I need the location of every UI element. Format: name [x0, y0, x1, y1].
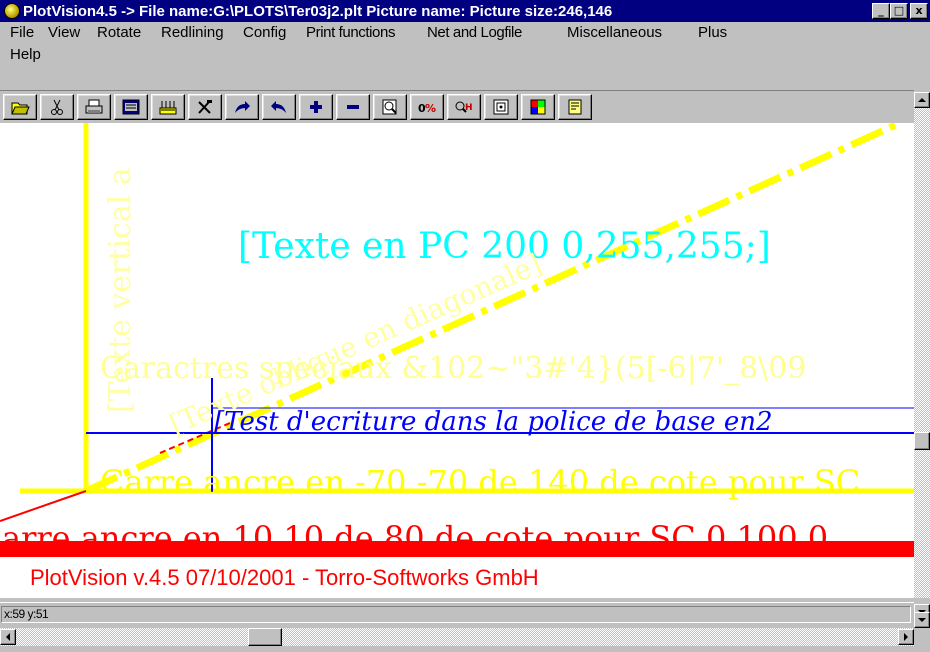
title-bar: PlotVision4.5 -> File name:G:\PLOTS\Ter0…	[0, 0, 930, 22]
arrow-left-icon	[6, 633, 10, 641]
magnifier-key-icon: H	[455, 101, 473, 113]
menu-net-and-logfile[interactable]: Net and Logfile	[427, 24, 522, 41]
menu-view[interactable]: View	[48, 24, 80, 41]
redo-button[interactable]	[225, 94, 259, 120]
print-preview-icon	[122, 99, 140, 115]
menu-help[interactable]: Help	[10, 46, 41, 63]
zoom-in-plus-icon	[310, 101, 322, 113]
drawing-canvas[interactable]: [Texte en PC 200 0,255,255;] [Texte vert…	[0, 123, 914, 598]
scissors-icon	[51, 99, 63, 115]
menu-miscellaneous[interactable]: Miscellaneous	[567, 24, 662, 41]
arrow-up-icon	[918, 98, 926, 102]
cut-button[interactable]	[40, 94, 74, 120]
menu-redlining[interactable]: Redlining	[161, 24, 224, 41]
scroll-down-button-lower[interactable]	[914, 612, 930, 628]
yellow-square-text: Carre ancre en -70 -70 de 140 de cote po…	[100, 463, 860, 501]
horizontal-scroll-thumb[interactable]	[248, 628, 282, 646]
close-button[interactable]: x	[910, 3, 928, 19]
fit-window-icon	[493, 99, 509, 115]
info-button[interactable]	[558, 94, 592, 120]
toolbar: 0% H	[0, 92, 914, 122]
blue-text: [Test d'ecriture dans la police de base …	[214, 407, 773, 437]
svg-text:H: H	[465, 103, 473, 113]
coordinates-readout: x:59 y:51	[1, 606, 911, 623]
layers-button[interactable]	[521, 94, 555, 120]
bottom-border	[0, 646, 930, 652]
info-sheet-icon	[568, 99, 582, 115]
redo-arrow-icon	[235, 101, 250, 113]
menu-bar: File View Rotate Redlining Config Print …	[0, 22, 930, 66]
open-folder-icon	[11, 102, 30, 115]
print-button[interactable]	[77, 94, 111, 120]
menu-print-functions[interactable]: Print functions	[306, 24, 395, 41]
menu-config[interactable]: Config	[243, 24, 286, 41]
vertical-scroll-thumb[interactable]	[914, 432, 930, 450]
zoom-percent-icon: 0%	[418, 102, 436, 115]
menu-plus[interactable]: Plus	[698, 24, 727, 41]
plotter-icon	[159, 101, 177, 115]
magnify-button[interactable]	[373, 94, 407, 120]
search-key-button[interactable]: H	[447, 94, 481, 120]
status-bar: x:59 y:51	[0, 602, 914, 624]
plot-drawing: [Texte en PC 200 0,255,255;] [Texte vert…	[0, 123, 914, 590]
horizontal-scrollbar[interactable]	[0, 628, 914, 646]
window-title: PlotVision4.5 -> File name:G:\PLOTS\Ter0…	[23, 2, 613, 20]
red-square-text: arre ancre en 10 10 de 80 de cote pour S…	[2, 519, 828, 557]
scroll-right-button[interactable]	[898, 629, 914, 645]
open-button[interactable]	[3, 94, 37, 120]
app-icon[interactable]	[4, 3, 20, 19]
undo-arrow-icon	[271, 101, 286, 113]
svg-text:%: %	[425, 102, 436, 115]
toolbar-separator	[0, 90, 914, 91]
zoom-out-button[interactable]	[336, 94, 370, 120]
footer-text: PlotVision v.4.5 07/10/2001 - Torro-Soft…	[30, 565, 539, 590]
zoom-in-button[interactable]	[299, 94, 333, 120]
arrow-down-icon	[918, 618, 926, 622]
print-preview-button[interactable]	[114, 94, 148, 120]
menu-file[interactable]: File	[10, 24, 34, 41]
undo-button[interactable]	[262, 94, 296, 120]
minimize-button[interactable]: _	[872, 3, 890, 19]
tools-button[interactable]	[188, 94, 222, 120]
layers-color-icon	[530, 99, 546, 115]
vertical-scrollbar[interactable]	[914, 92, 930, 620]
plot-button[interactable]	[151, 94, 185, 120]
arrow-right-icon	[904, 633, 908, 641]
scroll-left-button[interactable]	[0, 629, 16, 645]
scroll-up-button[interactable]	[914, 92, 930, 108]
window-controls: _ □ x	[872, 3, 928, 19]
maximize-button[interactable]: □	[890, 3, 908, 19]
zoom-out-minus-icon	[347, 105, 359, 109]
magnifier-icon	[382, 99, 397, 115]
menu-rotate[interactable]: Rotate	[97, 24, 141, 41]
printer-icon	[85, 99, 103, 114]
tools-icon	[198, 100, 212, 114]
fit-window-button[interactable]	[484, 94, 518, 120]
red-diagonal-line	[0, 490, 87, 522]
special-chars-text: Caractres speciaux &102~"3#'4}(5[-6|7'_8…	[100, 351, 806, 386]
zoom-percent-button[interactable]: 0%	[410, 94, 444, 120]
